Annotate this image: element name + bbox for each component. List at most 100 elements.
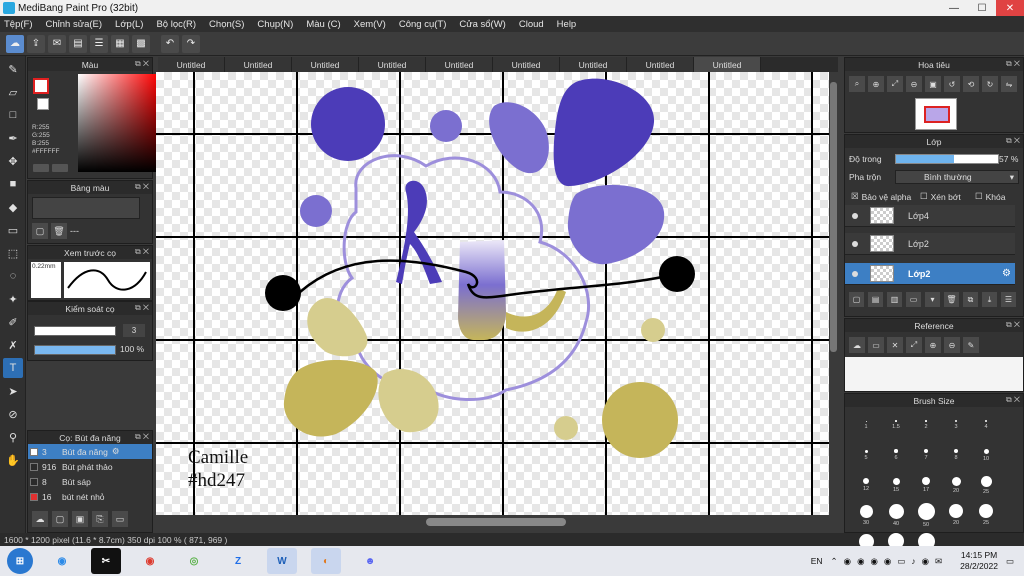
menu-file[interactable]: Tệp(F)	[4, 19, 33, 30]
dropper-tool-icon[interactable]: ⚲	[3, 427, 23, 447]
brush-size-option[interactable]: 20	[941, 470, 971, 500]
foreground-color-swatch[interactable]	[33, 78, 49, 94]
reference-image-area[interactable]	[845, 357, 1023, 391]
panel-controls-icon[interactable]: ⧉ ✕	[135, 247, 149, 257]
brush-item[interactable]: 16 bút nét nhỏ	[28, 489, 152, 504]
panel-controls-icon[interactable]: ⧉ ✕	[135, 182, 149, 192]
minimize-button[interactable]: —	[940, 0, 968, 16]
brush-size-option[interactable]: 30	[851, 500, 881, 530]
discord-icon[interactable]: ☻	[355, 548, 385, 574]
brush-copy-icon[interactable]: ⎘	[92, 511, 108, 527]
tab-untitled[interactable]: Untitled	[627, 57, 694, 72]
horizontal-scroll-thumb[interactable]	[426, 518, 566, 526]
zalo-icon[interactable]: Z	[223, 548, 253, 574]
menu-tools[interactable]: Công cụ(T)	[399, 19, 447, 30]
select-eraser-tool-icon[interactable]: ✗	[3, 335, 23, 355]
menu-edit[interactable]: Chỉnh sửa(E)	[46, 19, 103, 30]
menu-help[interactable]: Help	[557, 19, 577, 30]
correction-value[interactable]: 3	[123, 324, 145, 337]
menu-layer[interactable]: Lớp(L)	[115, 19, 143, 30]
brush-folder-icon[interactable]: ▭	[112, 511, 128, 527]
brush-size-option[interactable]: 25	[971, 500, 1001, 530]
brush-size-option[interactable]: 3	[941, 410, 971, 440]
flip-icon[interactable]: ⇋	[1001, 76, 1017, 92]
delete-layer-icon[interactable]: 🗑	[944, 292, 959, 307]
pen-tool-icon[interactable]: ✒	[3, 128, 23, 148]
brush-menu-icon[interactable]: ▣	[72, 511, 88, 527]
zoom-out-icon[interactable]: ⊖	[906, 76, 922, 92]
close-button[interactable]: ✕	[996, 0, 1024, 16]
grid-icon[interactable]: ▩	[132, 34, 150, 53]
vertical-scroll-thumb[interactable]	[830, 82, 837, 352]
menu-cloud[interactable]: Cloud	[519, 19, 544, 30]
visibility-icon[interactable]	[852, 240, 858, 247]
brush-size-option[interactable]: 12	[851, 470, 881, 500]
background-color-swatch[interactable]	[37, 98, 49, 110]
brush-tool-icon[interactable]: ✎	[3, 59, 23, 79]
operation-tool-icon[interactable]: ➤	[3, 381, 23, 401]
language-indicator[interactable]: EN	[811, 556, 823, 566]
brush-size-option[interactable]: 25	[971, 470, 1001, 500]
palette-swatch-area[interactable]	[32, 197, 140, 219]
reference-fit-icon[interactable]: ⤢	[906, 337, 922, 353]
protect-alpha-checkbox[interactable]: ☒ Bảo vệ alpha	[851, 191, 911, 202]
add-layer-menu-icon[interactable]: ▾	[925, 292, 940, 307]
panel-controls-icon[interactable]: ⧉ ✕	[1006, 136, 1020, 146]
reference-zoom-in-icon[interactable]: ⊕	[925, 337, 941, 353]
new-layer-icon[interactable]: ▢	[849, 292, 864, 307]
menu-snap[interactable]: Chụp(N)	[257, 19, 293, 30]
bucket-tool-icon[interactable]: ◆	[3, 197, 23, 217]
actual-size-icon[interactable]: ▣	[925, 76, 941, 92]
blend-mode-select[interactable]: Bình thường ▾	[895, 170, 1019, 184]
eraser-tool-icon[interactable]: ▱	[3, 82, 23, 102]
reference-open-icon[interactable]: ▭	[868, 337, 884, 353]
select-pen-tool-icon[interactable]: ✐	[3, 312, 23, 332]
panel-controls-icon[interactable]: ⧉ ✕	[1006, 320, 1020, 330]
tray-icons[interactable]: ⌃◉◉◉◉▭♪◉✉	[831, 556, 949, 567]
chrome-icon[interactable]: ◉	[135, 548, 165, 574]
navigator-thumbnail[interactable]	[915, 98, 957, 130]
layer-menu-icon[interactable]: ☰	[1001, 292, 1016, 307]
gradient-tool-icon[interactable]: ▭	[3, 220, 23, 240]
comment-icon[interactable]: ✉	[48, 34, 66, 53]
brush-size-option[interactable]: 6	[881, 440, 911, 470]
menu-filter[interactable]: Bộ lọc(R)	[156, 19, 196, 30]
layer-item-selected[interactable]: Lớp2 ⚙	[845, 263, 1015, 285]
share-icon[interactable]: ⇪	[27, 34, 45, 53]
horizontal-scrollbar[interactable]	[156, 516, 829, 528]
zoom-in-icon[interactable]: ⊕	[868, 76, 884, 92]
text-tool-icon[interactable]: T	[3, 358, 23, 378]
brush-size-option[interactable]: 5	[851, 440, 881, 470]
tab-untitled[interactable]: Untitled	[359, 57, 426, 72]
view-rectangle[interactable]	[924, 106, 950, 123]
reference-close-icon[interactable]: ✕	[887, 337, 903, 353]
eyedropper-tool-icon[interactable]: ⊘	[3, 404, 23, 424]
move-tool-icon[interactable]: ✥	[3, 151, 23, 171]
visibility-icon[interactable]	[852, 212, 858, 219]
lasso-tool-icon[interactable]: ◌	[3, 266, 23, 286]
color-mode-button[interactable]	[33, 164, 49, 172]
merge-layer-icon[interactable]: ⤓	[982, 292, 997, 307]
saturation-value-picker[interactable]	[78, 74, 158, 172]
reference-cloud-icon[interactable]: ☁	[849, 337, 865, 353]
brush-item[interactable]: 8 Bút sáp	[28, 474, 152, 489]
add-brush-icon[interactable]: ▢	[52, 511, 68, 527]
brush-size-option[interactable]: 15	[881, 470, 911, 500]
panel-controls-icon[interactable]: ⧉ ✕	[1006, 59, 1020, 69]
cloud-icon[interactable]: ☁	[6, 34, 24, 53]
rotate-left-icon[interactable]: ↺	[944, 76, 960, 92]
brush-opacity-slider[interactable]	[34, 345, 116, 355]
brush-size-option[interactable]: 2	[911, 410, 941, 440]
tab-untitled[interactable]: Untitled	[158, 57, 225, 72]
rectangle-tool-icon[interactable]: □	[3, 105, 23, 125]
panel-controls-icon[interactable]: ⧉ ✕	[135, 59, 149, 69]
clipping-checkbox[interactable]: ☐ Xén bớt	[920, 191, 961, 202]
brush-item[interactable]: 3 Bút đa năng ⚙	[28, 444, 152, 459]
brush-size-option[interactable]: 40	[881, 500, 911, 530]
vertical-scrollbar[interactable]	[829, 72, 838, 515]
rotate-right-icon[interactable]: ↻	[982, 76, 998, 92]
rotate-reset-icon[interactable]: ⟲	[963, 76, 979, 92]
maximize-button[interactable]: ☐	[968, 0, 996, 16]
tab-untitled[interactable]: Untitled	[225, 57, 292, 72]
lock-checkbox[interactable]: ☐ Khóa	[975, 191, 1005, 202]
